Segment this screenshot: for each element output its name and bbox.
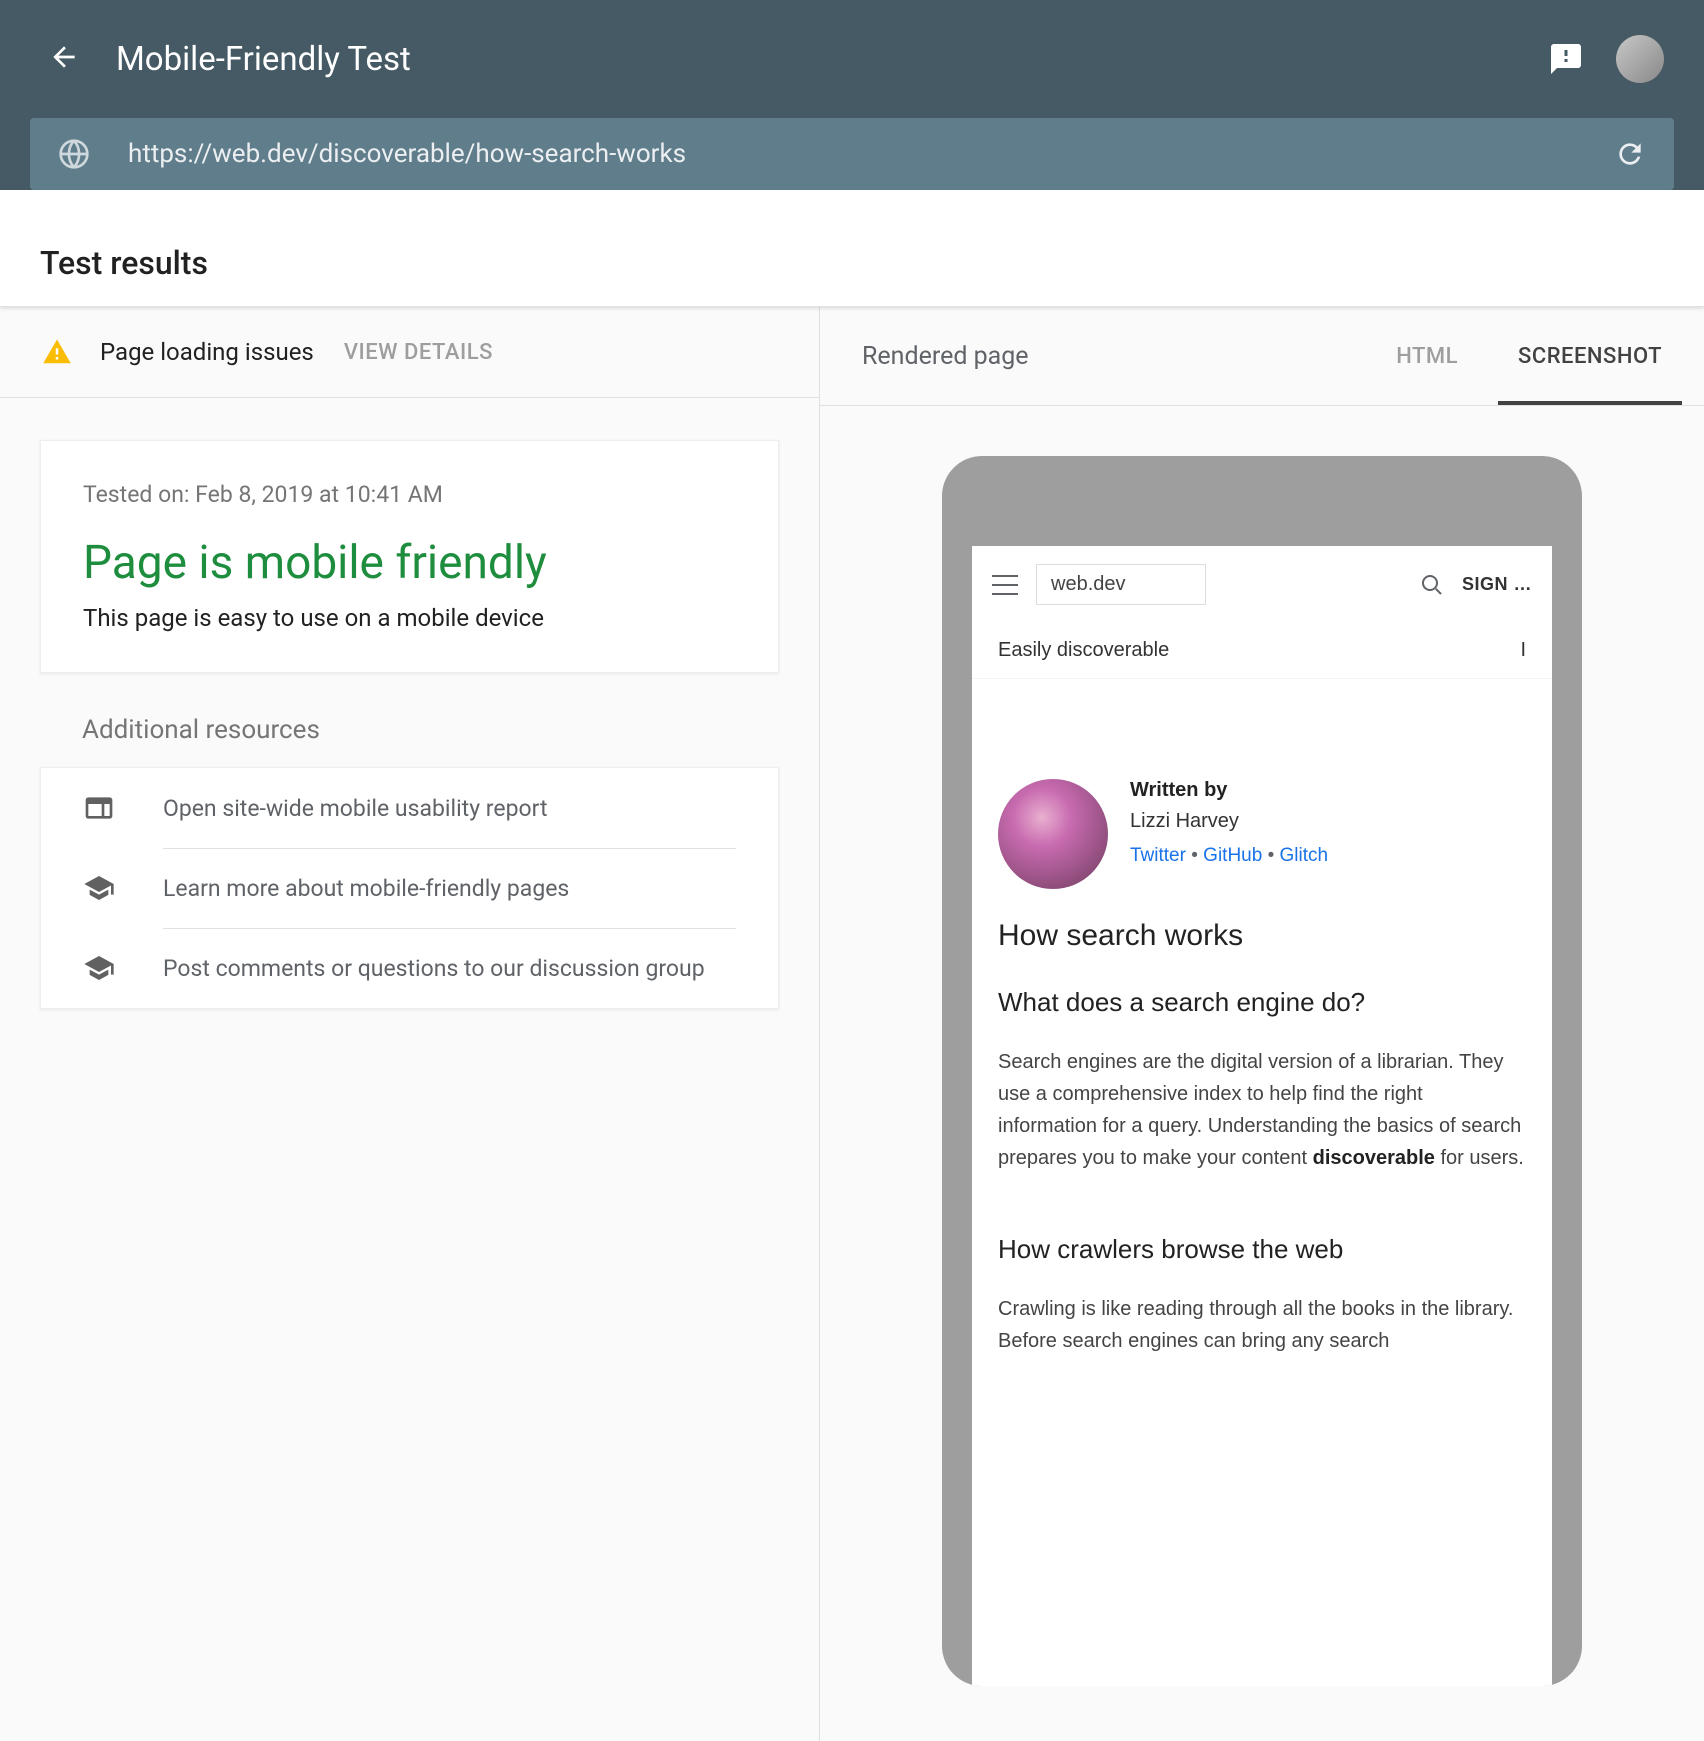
preview-paragraph-1: Search engines are the digital version o… xyxy=(998,1046,1526,1174)
url-input[interactable]: https://web.dev/discoverable/how-search-… xyxy=(128,139,1614,169)
results-header: Test results xyxy=(0,220,1704,307)
tested-on-label: Tested on: Feb 8, 2019 at 10:41 AM xyxy=(83,481,736,508)
phone-preview-wrap: web.dev SIGN … Easily discoverable I xyxy=(820,406,1704,1741)
school-icon xyxy=(83,952,115,984)
user-avatar[interactable] xyxy=(1616,35,1664,83)
preview-topbar: web.dev SIGN … xyxy=(972,546,1552,623)
tabs-row: Rendered page HTML SCREENSHOT xyxy=(820,307,1704,406)
resource-label: Post comments or questions to our discus… xyxy=(163,955,705,982)
warning-icon xyxy=(42,337,72,367)
issues-row: Page loading issues VIEW DETAILS xyxy=(0,307,819,398)
preview-h1: How search works xyxy=(998,919,1526,953)
feedback-icon xyxy=(1548,41,1584,77)
resources-heading: Additional resources xyxy=(82,715,779,745)
phone-frame: web.dev SIGN … Easily discoverable I xyxy=(942,456,1582,1686)
web-icon xyxy=(83,792,115,824)
preview-paragraph-2: Crawling is like reading through all the… xyxy=(998,1293,1526,1357)
app-title: Mobile-Friendly Test xyxy=(116,40,1548,79)
preview-body: Written by Lizzi Harvey Twitter • GitHub… xyxy=(972,679,1552,1357)
breadcrumb-left: Easily discoverable xyxy=(998,639,1169,662)
resources-card: Open site-wide mobile usability report L… xyxy=(40,767,779,1009)
feedback-button[interactable] xyxy=(1548,41,1584,77)
resource-label: Learn more about mobile-friendly pages xyxy=(163,875,569,902)
verdict-subtitle: This page is easy to use on a mobile dev… xyxy=(83,604,736,632)
preview-site-box: web.dev xyxy=(1036,564,1206,605)
app-header: Mobile-Friendly Test https://web.dev/dis… xyxy=(0,0,1704,190)
search-icon xyxy=(1420,573,1444,597)
link-github: GitHub xyxy=(1203,845,1262,866)
resource-label: Open site-wide mobile usability report xyxy=(163,795,547,822)
resource-link-discussion[interactable]: Post comments or questions to our discus… xyxy=(41,928,778,1008)
preview-h2-a: What does a search engine do? xyxy=(998,987,1526,1018)
refresh-button[interactable] xyxy=(1614,138,1646,170)
rendered-page-label: Rendered page xyxy=(862,342,1336,371)
verdict-heading: Page is mobile friendly xyxy=(83,536,736,590)
link-glitch: Glitch xyxy=(1280,845,1329,866)
author-name: Lizzi Harvey xyxy=(1130,810,1328,833)
preview-breadcrumb: Easily discoverable I xyxy=(972,623,1552,679)
hamburger-icon xyxy=(992,575,1018,595)
preview-h2-b: How crawlers browse the web xyxy=(998,1234,1526,1265)
written-by-label: Written by xyxy=(1130,779,1328,802)
issues-label: Page loading issues xyxy=(100,338,314,366)
resource-link-usability-report[interactable]: Open site-wide mobile usability report xyxy=(41,768,778,848)
link-twitter: Twitter xyxy=(1130,845,1186,866)
tab-html[interactable]: HTML xyxy=(1396,308,1458,405)
left-panel: Page loading issues VIEW DETAILS Tested … xyxy=(0,307,820,1741)
url-bar: https://web.dev/discoverable/how-search-… xyxy=(30,118,1674,190)
resource-link-learn-more[interactable]: Learn more about mobile-friendly pages xyxy=(41,848,778,928)
content-area: Page loading issues VIEW DETAILS Tested … xyxy=(0,307,1704,1741)
author-links: Twitter • GitHub • Glitch xyxy=(1130,845,1328,867)
tab-screenshot[interactable]: SCREENSHOT xyxy=(1518,308,1662,405)
globe-icon xyxy=(58,138,90,170)
back-button[interactable] xyxy=(40,33,88,85)
preview-sign-in: SIGN … xyxy=(1462,574,1532,595)
arrow-left-icon xyxy=(48,41,80,73)
header-actions xyxy=(1548,35,1664,83)
view-details-button[interactable]: VIEW DETAILS xyxy=(344,340,493,365)
author-avatar xyxy=(998,779,1108,889)
breadcrumb-right: I xyxy=(1520,639,1526,662)
refresh-icon xyxy=(1614,138,1646,170)
verdict-card: Tested on: Feb 8, 2019 at 10:41 AM Page … xyxy=(40,440,779,673)
results-title: Test results xyxy=(40,244,1664,282)
header-top-bar: Mobile-Friendly Test xyxy=(0,0,1704,118)
phone-screen: web.dev SIGN … Easily discoverable I xyxy=(972,546,1552,1686)
author-row: Written by Lizzi Harvey Twitter • GitHub… xyxy=(998,779,1526,889)
right-panel: Rendered page HTML SCREENSHOT web.dev SI… xyxy=(820,307,1704,1741)
school-icon xyxy=(83,872,115,904)
